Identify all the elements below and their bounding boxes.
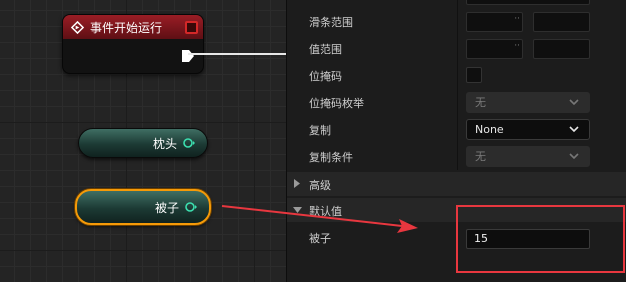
data-pin-icon[interactable]: [183, 137, 195, 149]
section-default-value-title: 默认值: [309, 205, 342, 218]
section-default-value[interactable]: 默认值: [287, 198, 626, 222]
triangle-down-icon: [293, 207, 302, 213]
bitmask-enum-dropdown[interactable]: 无: [466, 92, 590, 113]
default-value-input[interactable]: 15: [466, 229, 590, 249]
row-replication-condition: 复制条件 无: [287, 143, 626, 170]
details-panel: 滑条范围 ·· 值范围 ·· 位掩码 位掩码枚举 无 复制 None 复制条件 …: [286, 0, 626, 282]
replication-value: None: [475, 123, 504, 136]
triangle-right-icon: [294, 179, 300, 188]
slider-range-min-input[interactable]: ··: [466, 12, 523, 32]
exec-wire: [188, 53, 286, 55]
row-replication: 复制 None: [287, 116, 626, 143]
replication-label: 复制: [309, 124, 331, 137]
variable-node-label: 枕头: [152, 136, 177, 151]
variable-node-label: 被子: [154, 200, 179, 215]
slider-range-label: 滑条范围: [309, 16, 353, 29]
slider-range-max-input[interactable]: [533, 12, 590, 32]
event-node-title: 事件开始运行: [90, 20, 163, 35]
variable-node-pillow[interactable]: 枕头: [78, 128, 208, 158]
bitmask-enum-value: 无: [475, 96, 486, 109]
value-range-min-input[interactable]: ··: [466, 39, 523, 59]
row-bitmask-enum: 位掩码枚举 无: [287, 89, 626, 116]
data-pin-icon[interactable]: [185, 201, 197, 213]
value-range-max-input[interactable]: [533, 39, 590, 59]
clipped-field[interactable]: [466, 0, 590, 5]
default-value-text: 15: [474, 232, 488, 245]
event-node-header: 事件开始运行: [63, 15, 203, 39]
drag-dots-icon: ··: [514, 14, 520, 24]
bitmask-checkbox[interactable]: [466, 67, 482, 83]
replication-condition-label: 复制条件: [309, 151, 353, 164]
replication-condition-dropdown[interactable]: 无: [466, 146, 590, 167]
replication-condition-value: 无: [475, 150, 486, 163]
replication-dropdown[interactable]: None: [466, 119, 590, 140]
chevron-down-icon: [569, 99, 579, 106]
blueprint-graph[interactable]: 事件开始运行 枕头 被子: [0, 0, 286, 282]
bitmask-enum-label: 位掩码枚举: [309, 97, 364, 110]
section-advanced-title: 高级: [309, 179, 331, 192]
exec-pin-icon[interactable]: [181, 49, 195, 63]
default-value-label: 被子: [309, 232, 331, 245]
row-bitmask: 位掩码: [287, 62, 626, 89]
row-value-range: 值范围 ··: [287, 35, 626, 62]
variable-node-quilt[interactable]: 被子: [75, 189, 211, 225]
chevron-down-icon: [569, 153, 579, 160]
event-delegate-pin[interactable]: [185, 21, 198, 34]
row-slider-range: 滑条范围 ··: [287, 8, 626, 35]
diamond-arrow-icon: [71, 20, 84, 34]
section-advanced[interactable]: 高级: [287, 172, 626, 196]
bitmask-label: 位掩码: [309, 70, 342, 83]
drag-dots-icon: ··: [514, 41, 520, 51]
value-range-label: 值范围: [309, 43, 342, 56]
chevron-down-icon: [569, 126, 579, 133]
event-begin-play-node[interactable]: 事件开始运行: [62, 14, 204, 74]
